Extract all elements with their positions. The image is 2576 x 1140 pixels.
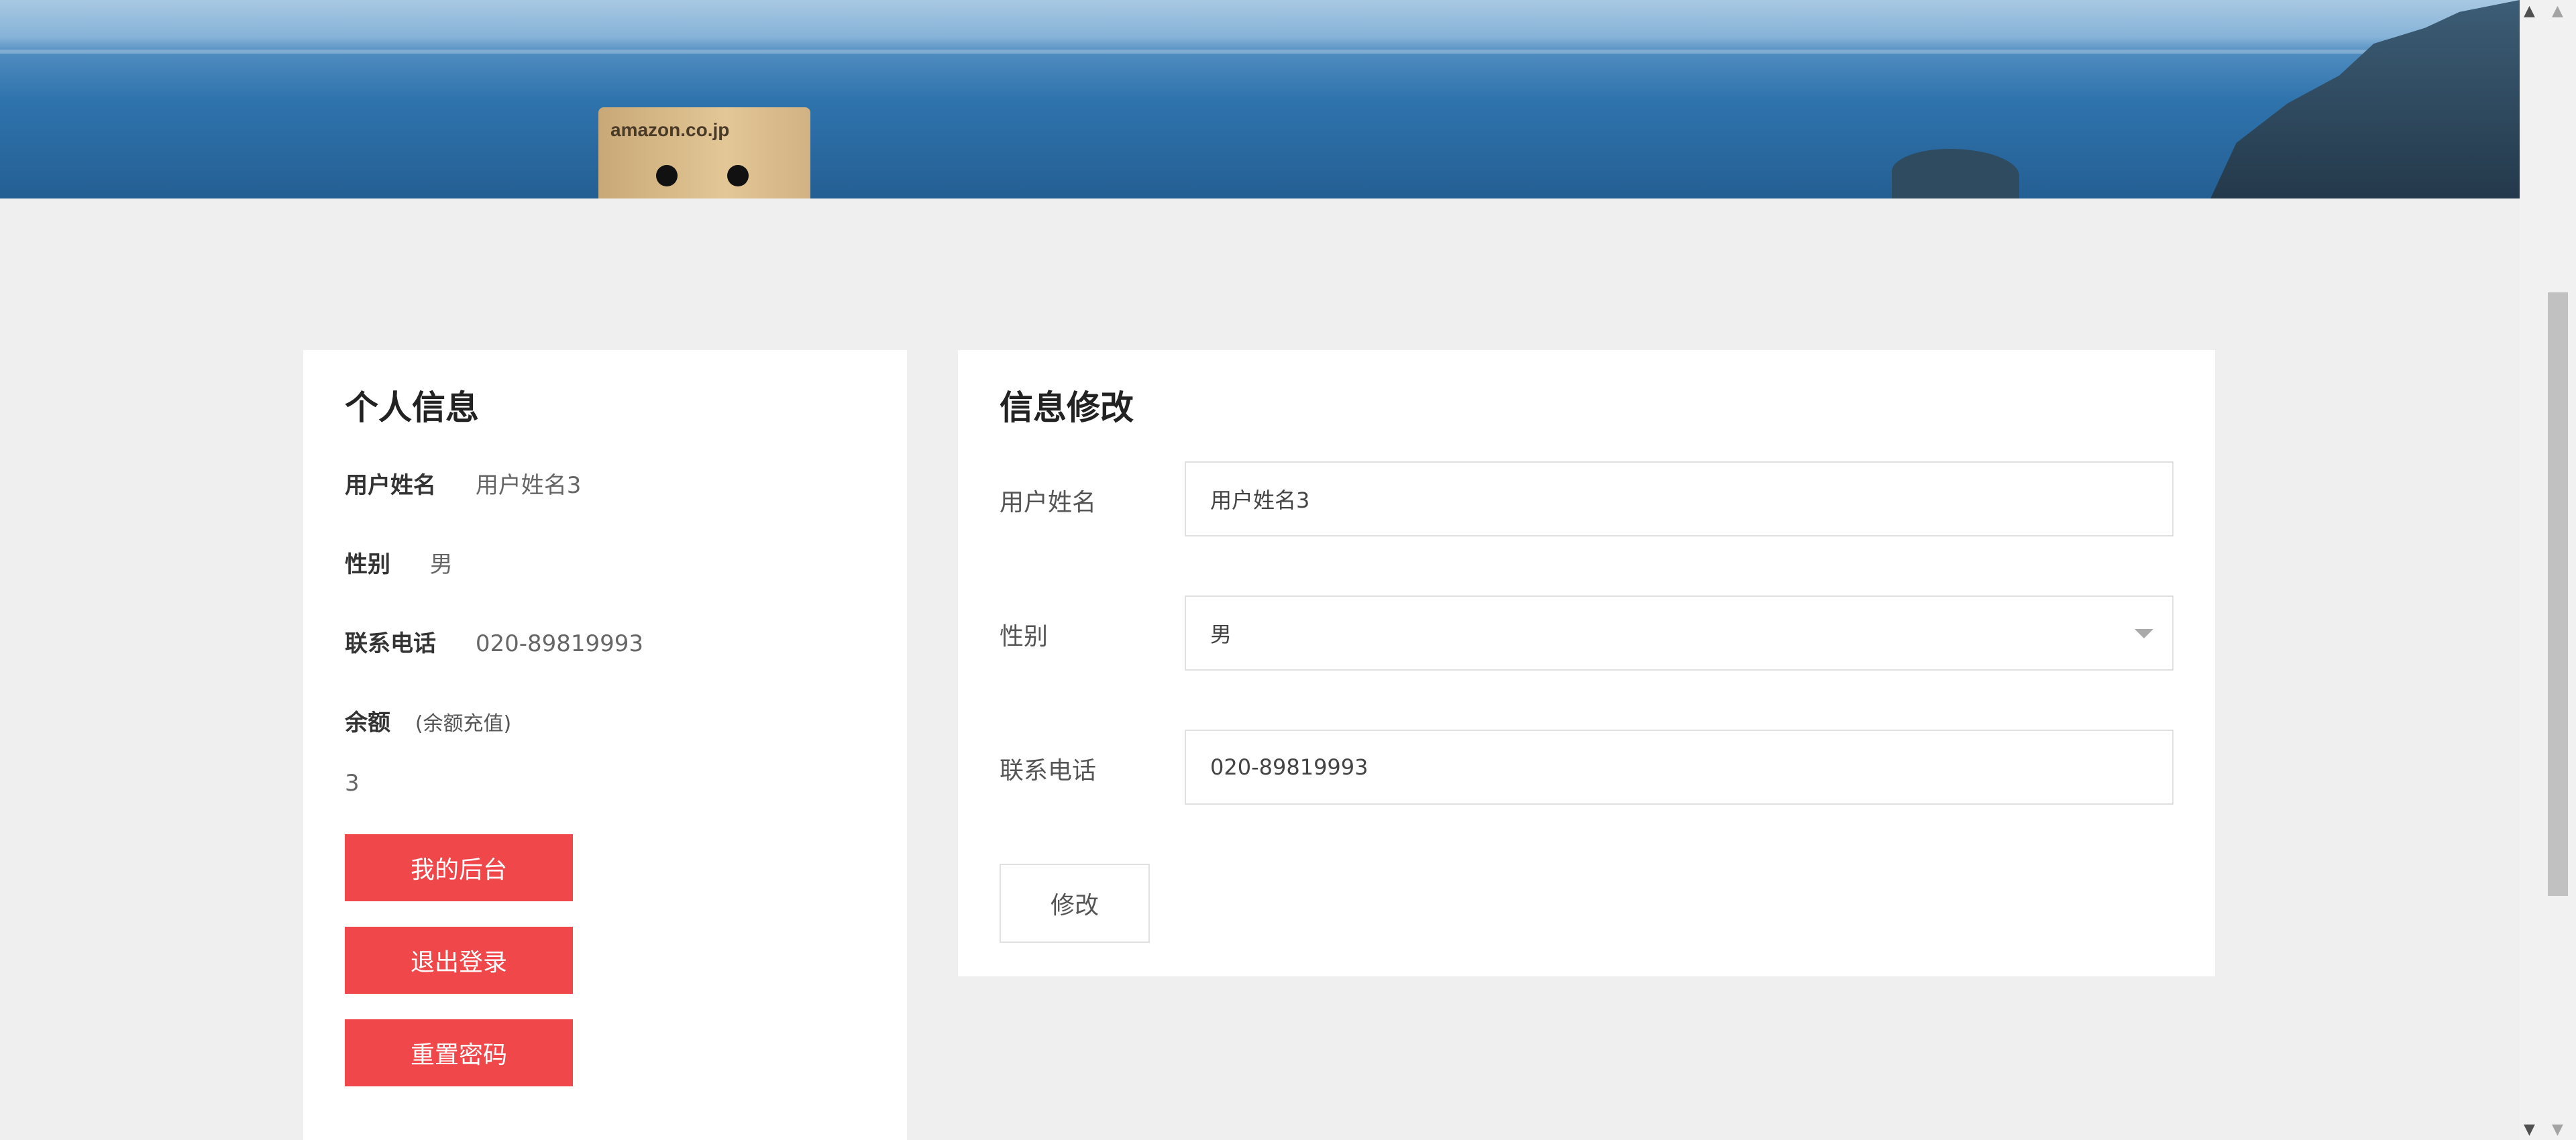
edit-form-title: 信息修改 bbox=[1000, 388, 1134, 427]
gender-selected-value: 男 bbox=[1210, 622, 1232, 647]
dashboard-button[interactable]: 我的后台 bbox=[345, 834, 573, 901]
profile-card: 个人信息 用户姓名 用户姓名3 性别 男 联系电话 020-89819993 余… bbox=[303, 350, 907, 1140]
coastal-cliff bbox=[2210, 0, 2520, 198]
profile-name-label: 用户姓名 bbox=[345, 472, 436, 499]
recharge-link[interactable]: (余额充值) bbox=[415, 712, 511, 736]
phone-input[interactable] bbox=[1185, 730, 2174, 805]
sea-rock bbox=[1892, 149, 2019, 198]
profile-phone-row: 联系电话 020-89819993 bbox=[345, 625, 643, 658]
profile-name-value: 用户姓名3 bbox=[475, 472, 582, 499]
chevron-down-icon bbox=[2135, 629, 2153, 638]
sea-horizon bbox=[0, 50, 2520, 54]
edit-name-label: 用户姓名 bbox=[1000, 489, 1097, 516]
name-input[interactable] bbox=[1185, 461, 2174, 536]
scroll-down-icon[interactable]: ▼ bbox=[2524, 1123, 2535, 1137]
profile-balance-row: 余额 (余额充值) bbox=[345, 704, 511, 737]
profile-name-row: 用户姓名 用户姓名3 bbox=[345, 467, 581, 500]
scrollbar-thumb[interactable] bbox=[2548, 292, 2568, 896]
figure-left-eye bbox=[656, 165, 678, 186]
scroll-up-small-icon[interactable]: ▲ bbox=[2552, 4, 2563, 19]
gender-select[interactable]: 男 bbox=[1185, 595, 2174, 671]
profile-gender-value: 男 bbox=[429, 551, 453, 578]
profile-balance-value: 3 bbox=[345, 770, 360, 797]
page-scrollbar[interactable]: ▲ ▲ ▼ ▼ bbox=[2520, 0, 2576, 1140]
submit-edit-button[interactable]: 修改 bbox=[1000, 864, 1150, 943]
profile-title: 个人信息 bbox=[345, 388, 479, 427]
profile-phone-label: 联系电话 bbox=[345, 630, 436, 657]
figure-right-eye bbox=[727, 165, 749, 186]
profile-phone-value: 020-89819993 bbox=[475, 630, 644, 657]
edit-phone-label: 联系电话 bbox=[1000, 757, 1097, 785]
reset-password-button[interactable]: 重置密码 bbox=[345, 1019, 573, 1086]
edit-gender-label: 性别 bbox=[1000, 623, 1049, 650]
box-brand-text: amazon.co.jp bbox=[610, 119, 730, 140]
scroll-down-small-icon[interactable]: ▼ bbox=[2552, 1123, 2563, 1137]
edit-form-card: 信息修改 用户姓名 性别 男 联系电话 修改 bbox=[958, 350, 2215, 976]
scroll-up-icon[interactable]: ▲ bbox=[2524, 4, 2535, 19]
hero-banner: amazon.co.jp bbox=[0, 0, 2520, 198]
profile-gender-row: 性别 男 bbox=[345, 546, 453, 579]
profile-balance-label: 余额 bbox=[345, 709, 390, 736]
profile-gender-label: 性别 bbox=[345, 551, 390, 578]
cardboard-figure: amazon.co.jp bbox=[598, 107, 810, 198]
logout-button[interactable]: 退出登录 bbox=[345, 927, 573, 994]
balance-amount: 3 bbox=[345, 770, 360, 797]
